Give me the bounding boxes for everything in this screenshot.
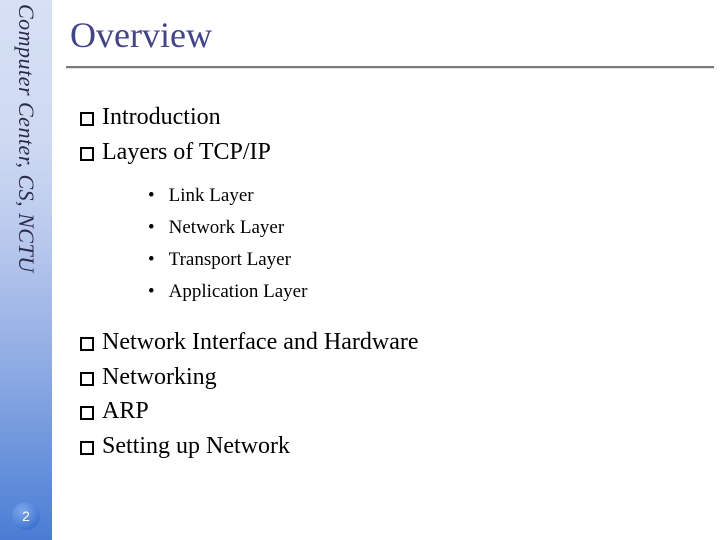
slide-content: Overview Introduction Layers of TCP/IP •…	[66, 0, 720, 540]
list-item-label: Introduction	[102, 100, 221, 135]
list-item: • Network Layer	[148, 212, 720, 244]
list-item-label: Transport Layer	[169, 244, 291, 276]
list-item-label: Application Layer	[169, 276, 308, 308]
list-item-label: Networking	[102, 360, 217, 395]
dot-bullet-icon: •	[148, 180, 155, 212]
page-number: 2	[12, 502, 40, 530]
list-item: Network Interface and Hardware	[80, 325, 720, 360]
list-item: Layers of TCP/IP	[80, 135, 720, 170]
list-item: Introduction	[80, 100, 720, 135]
square-bullet-icon	[80, 406, 94, 420]
square-bullet-icon	[80, 337, 94, 351]
list-item-label: Layers of TCP/IP	[102, 135, 271, 170]
square-bullet-icon	[80, 441, 94, 455]
sidebar: Computer Center, CS, NCTU 2	[0, 0, 52, 540]
dot-bullet-icon: •	[148, 244, 155, 276]
list-item: • Link Layer	[148, 180, 720, 212]
title-rule	[66, 66, 714, 68]
list-item-label: Link Layer	[169, 180, 254, 212]
dot-bullet-icon: •	[148, 212, 155, 244]
square-bullet-icon	[80, 372, 94, 386]
list-item-label: Network Layer	[169, 212, 285, 244]
list-item: • Application Layer	[148, 276, 720, 308]
sidebar-label: Computer Center, CS, NCTU	[13, 4, 39, 273]
square-bullet-icon	[80, 147, 94, 161]
list-item: Setting up Network	[80, 429, 720, 464]
list-item-label: Setting up Network	[102, 429, 290, 464]
list-item: ARP	[80, 394, 720, 429]
bullet-list: Introduction Layers of TCP/IP • Link Lay…	[80, 100, 720, 464]
list-item-label: ARP	[102, 394, 149, 429]
list-item: • Transport Layer	[148, 244, 720, 276]
page-title: Overview	[70, 14, 720, 56]
list-item: Networking	[80, 360, 720, 395]
list-item-label: Network Interface and Hardware	[102, 325, 419, 360]
square-bullet-icon	[80, 112, 94, 126]
dot-bullet-icon: •	[148, 276, 155, 308]
sub-list: • Link Layer • Network Layer • Transport…	[148, 180, 720, 309]
